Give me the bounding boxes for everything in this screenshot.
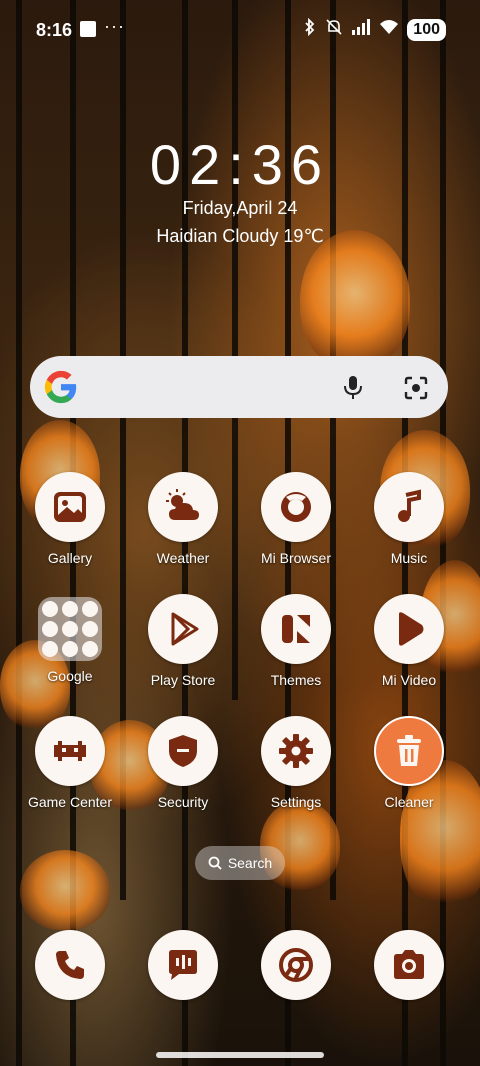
video-icon: [374, 594, 444, 664]
date-text: Friday,April 24: [182, 198, 298, 218]
app-gallery[interactable]: Gallery: [14, 472, 126, 566]
app-label: Game Center: [27, 794, 113, 810]
app-label: Mi Video: [381, 672, 437, 688]
app-label: Mi Browser: [260, 550, 331, 566]
dock-phone[interactable]: [14, 930, 126, 1000]
bluetooth-icon: [303, 17, 317, 41]
clock[interactable]: 02:36: [0, 132, 480, 197]
chrome-icon: [261, 930, 331, 1000]
app-search-button[interactable]: Search: [195, 846, 285, 880]
weather-text[interactable]: Haidian Cloudy 19℃: [0, 226, 480, 247]
google-logo-icon: [44, 370, 77, 404]
app-label: Security: [157, 794, 209, 810]
gallery-icon: [35, 472, 105, 542]
app-label: Settings: [270, 794, 322, 810]
search-icon: [208, 856, 222, 870]
app-mi-video[interactable]: Mi Video: [353, 594, 465, 688]
folder-icon: [38, 597, 102, 661]
settings-icon: [261, 716, 331, 786]
notification-square-icon: [80, 21, 96, 37]
status-icons: 100: [303, 17, 446, 41]
music-icon: [374, 472, 444, 542]
dock-chrome[interactable]: [240, 930, 352, 1000]
mute-icon: [325, 18, 343, 41]
app-game-center[interactable]: Game Center: [14, 716, 126, 810]
app-label: Themes: [270, 672, 322, 688]
folder-google[interactable]: Google: [14, 594, 126, 684]
app-security[interactable]: Security: [127, 716, 239, 810]
messages-icon: [148, 930, 218, 1000]
app-play-store[interactable]: Play Store: [127, 594, 239, 688]
cleaner-icon: [374, 716, 444, 786]
app-label: Play Store: [150, 672, 216, 688]
camera-icon: [374, 930, 444, 1000]
game-icon: [35, 716, 105, 786]
security-icon: [148, 716, 218, 786]
app-label: Weather: [156, 550, 210, 566]
app-themes[interactable]: Themes: [240, 594, 352, 688]
play-store-icon: [148, 594, 218, 664]
app-music[interactable]: Music: [353, 472, 465, 566]
signal-icon: [351, 19, 371, 40]
browser-icon: [261, 472, 331, 542]
mic-icon[interactable]: [340, 374, 366, 400]
app-weather[interactable]: Weather: [127, 472, 239, 566]
app-label: Google: [47, 668, 93, 684]
app-label: Music: [390, 550, 428, 566]
app-mi-browser[interactable]: Mi Browser: [240, 472, 352, 566]
app-settings[interactable]: Settings: [240, 716, 352, 810]
home-indicator[interactable]: [156, 1052, 324, 1058]
status-time: 8:16: [36, 20, 73, 40]
google-search-bar[interactable]: [30, 356, 448, 418]
app-label: Cleaner: [384, 794, 434, 810]
search-label: Search: [227, 855, 273, 871]
wifi-icon: [379, 19, 399, 40]
status-bar: 8:16 ··· 100: [0, 0, 480, 60]
weather-icon: [148, 472, 218, 542]
app-label: Gallery: [47, 550, 93, 566]
dock-camera[interactable]: [353, 930, 465, 1000]
more-notifications-icon: ···: [104, 16, 125, 36]
lens-icon[interactable]: [402, 374, 430, 402]
phone-icon: [35, 930, 105, 1000]
battery-indicator: 100: [407, 18, 446, 41]
themes-icon: [261, 594, 331, 664]
app-cleaner[interactable]: Cleaner: [353, 716, 465, 810]
dock-messages[interactable]: [127, 930, 239, 1000]
